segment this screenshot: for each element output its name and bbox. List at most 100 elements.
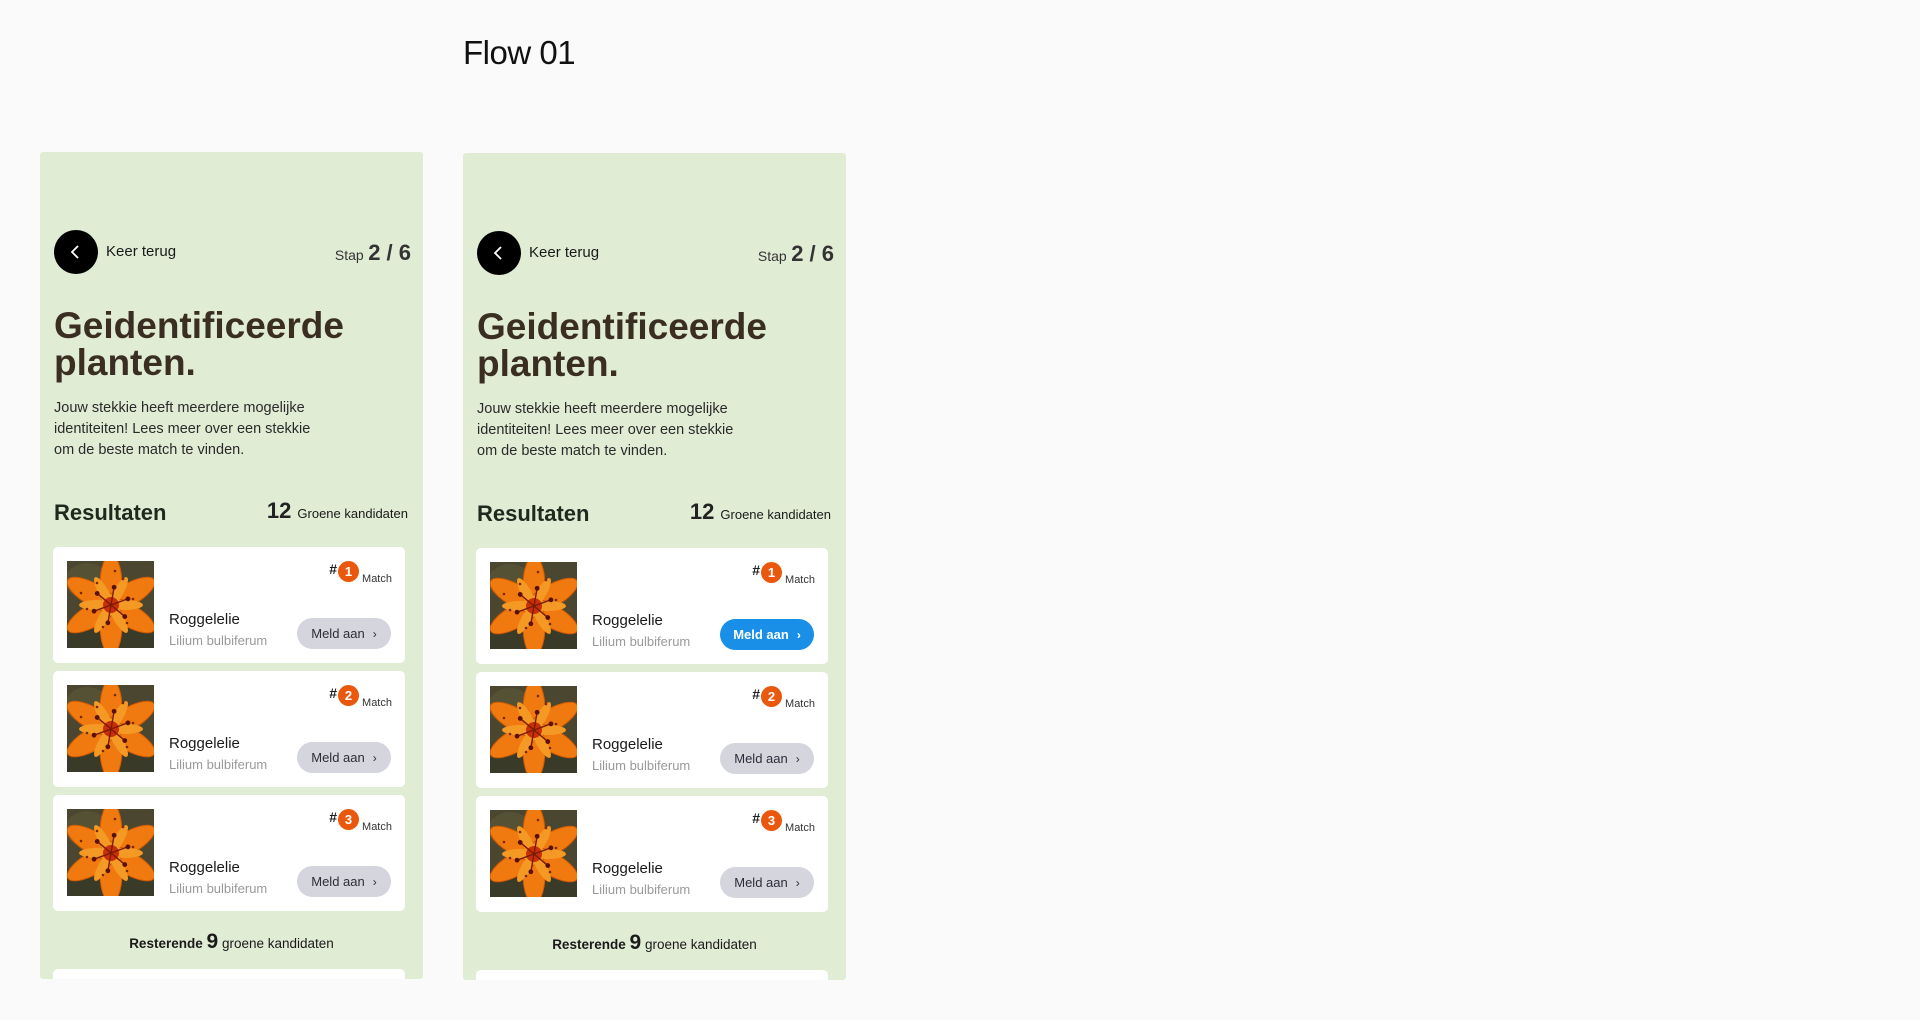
rank-hash: # xyxy=(752,810,761,826)
plant-name: Roggelelie xyxy=(169,859,240,876)
rank-badge: 3 xyxy=(761,810,783,831)
plant-latin-name: Lilium bulbiferum xyxy=(169,633,268,648)
lily-flower-photo xyxy=(67,685,154,772)
match-label: Match xyxy=(785,697,815,710)
plant-latin-name: Lilium bulbiferum xyxy=(169,757,268,772)
button-label: Meld aan xyxy=(734,875,788,890)
plant-name: Roggelelie xyxy=(169,611,240,628)
rank-hash: # xyxy=(329,809,338,825)
results-count-label: Groene kandidaten xyxy=(720,507,831,522)
step-value: 2 / 6 xyxy=(791,241,834,266)
rank-badge: 3 xyxy=(338,809,360,830)
meld-aan-button[interactable]: Meld aan › xyxy=(720,867,814,898)
back-label[interactable]: Keer terug xyxy=(529,244,599,261)
result-card-1[interactable]: #1 Match Roggelelie Lilium bulbiferum Mel… xyxy=(53,547,405,663)
back-button[interactable] xyxy=(477,231,521,275)
next-card-peek xyxy=(53,969,405,979)
plant-latin-name: Lilium bulbiferum xyxy=(169,881,268,896)
match-rank: #2 Match xyxy=(329,685,392,709)
plant-latin-name: Lilium bulbiferum xyxy=(592,634,691,649)
lily-flower-photo xyxy=(67,809,154,896)
plant-latin-name: Lilium bulbiferum xyxy=(592,882,691,897)
phone-screen-1: Keer terug Stap 2 / 6 Geidentificeerde p… xyxy=(40,152,423,979)
result-card-3[interactable]: #3 Match Roggelelie Lilium bulbiferum Mel… xyxy=(476,796,828,912)
result-card-3[interactable]: #3 Match Roggelelie Lilium bulbiferum Mel… xyxy=(53,795,405,911)
chevron-left-icon xyxy=(70,245,79,259)
results-title: Resultaten xyxy=(477,501,590,526)
step-prefix: Stap xyxy=(757,248,787,264)
back-label[interactable]: Keer terug xyxy=(106,243,176,260)
rank-badge: 1 xyxy=(338,561,360,582)
match-label: Match xyxy=(785,573,815,586)
chevron-right-icon: › xyxy=(372,750,377,765)
chevron-right-icon: › xyxy=(372,874,377,889)
rank-hash: # xyxy=(329,561,338,577)
match-rank: #3 Match xyxy=(329,809,392,833)
plant-name: Roggelelie xyxy=(169,735,240,752)
chevron-right-icon: › xyxy=(372,626,377,641)
rank-hash: # xyxy=(752,686,761,702)
page-title: Geidentificeerde planten. xyxy=(54,305,344,383)
meld-aan-button[interactable]: Meld aan › xyxy=(720,743,814,774)
results-count-number: 12 xyxy=(689,499,715,524)
remaining-suffix: groene kandidaten xyxy=(221,936,334,951)
match-label: Match xyxy=(362,572,392,585)
step-indicator: Stap 2 / 6 xyxy=(335,240,411,266)
button-label: Meld aan xyxy=(311,626,365,641)
meld-aan-button[interactable]: Meld aan › xyxy=(297,742,391,773)
meld-aan-button[interactable]: Meld aan › xyxy=(297,866,391,897)
plant-thumbnail xyxy=(67,561,154,648)
meld-aan-button[interactable]: Meld aan › xyxy=(297,618,391,649)
match-label: Match xyxy=(785,821,815,834)
result-card-1[interactable]: #1 Match Roggelelie Lilium bulbiferum Mel… xyxy=(476,548,828,664)
plant-thumbnail xyxy=(67,685,154,772)
results-header: Resultaten 12 Groene kandidaten xyxy=(54,498,408,528)
match-label: Match xyxy=(362,696,392,709)
remaining-suffix: groene kandidaten xyxy=(644,937,757,952)
lily-flower-photo xyxy=(490,562,577,649)
step-value: 2 / 6 xyxy=(368,240,411,265)
chevron-left-icon xyxy=(493,246,502,260)
button-label: Meld aan xyxy=(311,750,365,765)
meld-aan-button[interactable]: Meld aan › xyxy=(720,619,814,650)
plant-name: Roggelelie xyxy=(592,860,663,877)
results-count: 12 Groene kandidaten xyxy=(267,498,408,524)
intro-text: Jouw stekkie heeft meerdere mogelijke id… xyxy=(54,400,311,458)
plant-thumbnail xyxy=(490,810,577,897)
match-rank: #1 Match xyxy=(752,562,815,586)
plant-name: Roggelelie xyxy=(592,612,663,629)
rank-badge: 2 xyxy=(761,686,783,707)
rank-badge: 1 xyxy=(761,562,783,583)
remaining-count: 9 xyxy=(206,930,219,953)
lily-flower-photo xyxy=(490,686,577,773)
results-title: Resultaten xyxy=(54,500,167,525)
step-prefix: Stap xyxy=(334,247,364,263)
match-label: Match xyxy=(362,820,392,833)
result-card-2[interactable]: #2 Match Roggelelie Lilium bulbiferum Mel… xyxy=(53,671,405,787)
rank-hash: # xyxy=(329,685,338,701)
back-button[interactable] xyxy=(54,230,98,274)
intro-text: Jouw stekkie heeft meerdere mogelijke id… xyxy=(477,401,734,459)
rank-hash: # xyxy=(752,562,761,578)
plant-thumbnail xyxy=(67,809,154,896)
rank-badge: 2 xyxy=(338,685,360,706)
page-title: Geidentificeerde planten. xyxy=(477,306,767,384)
plant-latin-name: Lilium bulbiferum xyxy=(592,758,691,773)
lily-flower-photo xyxy=(67,561,154,648)
remaining-prefix: Resterende xyxy=(552,937,626,952)
step-indicator: Stap 2 / 6 xyxy=(758,241,834,267)
remaining-prefix: Resterende xyxy=(129,936,203,951)
chevron-right-icon: › xyxy=(796,627,801,642)
results-count: 12 Groene kandidaten xyxy=(690,499,831,525)
match-rank: #2 Match xyxy=(752,686,815,710)
results-header: Resultaten 12 Groene kandidaten xyxy=(477,499,831,529)
remaining-count: 9 xyxy=(629,931,642,954)
match-rank: #1 Match xyxy=(329,561,392,585)
chevron-right-icon: › xyxy=(795,751,800,766)
results-count-number: 12 xyxy=(266,498,292,523)
phone-screen-2: Keer terug Stap 2 / 6 Geidentificeerde p… xyxy=(463,153,846,980)
button-label: Meld aan xyxy=(734,751,788,766)
result-card-2[interactable]: #2 Match Roggelelie Lilium bulbiferum Mel… xyxy=(476,672,828,788)
chevron-right-icon: › xyxy=(795,875,800,890)
plant-name: Roggelelie xyxy=(592,736,663,753)
